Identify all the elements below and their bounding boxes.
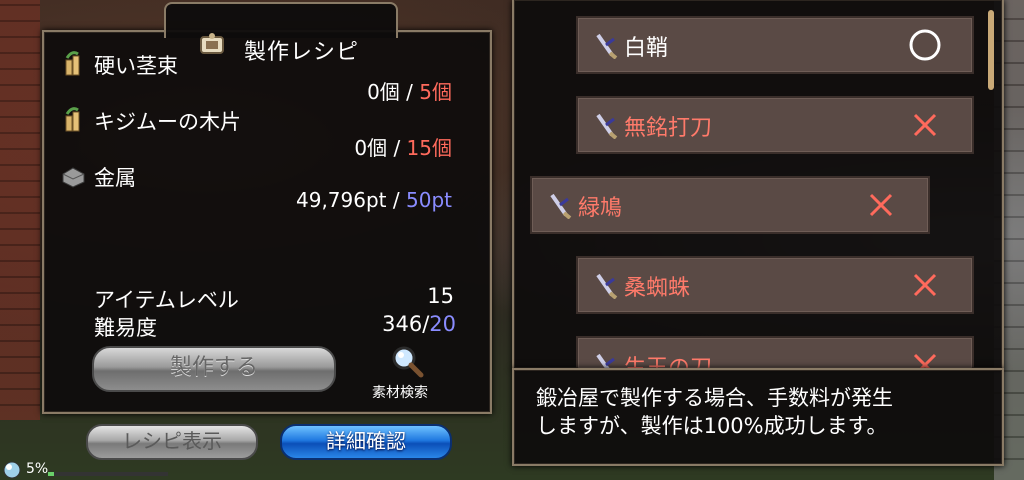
magnifier-icon[interactable]: [390, 344, 424, 378]
detail-confirm-button[interactable]: 詳細確認: [280, 424, 452, 460]
bamboo-icon: [65, 107, 80, 132]
recipe-row-selected[interactable]: 緑鳩: [530, 176, 930, 234]
sword-icon: [596, 113, 618, 139]
status-percent: 5%: [26, 461, 49, 477]
status-bar: [48, 472, 168, 476]
material-count: 0個 / 5個: [367, 80, 452, 104]
recipe-name: 白鞘: [624, 36, 669, 61]
recipe-row[interactable]: 桑蜘蛛: [576, 256, 974, 314]
cross-icon: [913, 273, 937, 297]
list-scrollbar[interactable]: [988, 10, 994, 90]
recipe-name: 緑鳩: [578, 196, 623, 221]
background-brick-wall: [0, 0, 40, 420]
material-name: 金属: [94, 166, 136, 190]
cross-icon: [913, 353, 937, 368]
difficulty-label: 難易度: [94, 316, 157, 340]
info-text: 鍛冶屋で製作する場合、手数料が発生 しますが、製作は100%成功します。: [536, 386, 893, 438]
material-count: 49,796pt / 50pt: [296, 188, 452, 212]
material-count: 0個 / 15個: [354, 136, 452, 160]
panel-title: 製作レシピ: [244, 40, 360, 65]
material-search-label[interactable]: 素材検索: [372, 382, 428, 402]
material-name: 硬い茎束: [94, 54, 178, 78]
sword-icon: [596, 273, 618, 299]
recipe-name: 無銘打刀: [624, 116, 713, 141]
recipe-row[interactable]: 無銘打刀: [576, 96, 974, 154]
material-name: キジムーの木片: [94, 110, 241, 134]
info-box: 鍛冶屋で製作する場合、手数料が発生 しますが、製作は100%成功します。: [512, 368, 1004, 466]
recipe-row[interactable]: 白鞘: [576, 16, 974, 74]
difficulty-value: 346/20: [382, 312, 456, 336]
sword-icon: [596, 33, 618, 59]
cross-icon: [913, 113, 937, 137]
recipe-book-icon: [200, 33, 224, 54]
circle-icon: [909, 29, 941, 61]
recipe-row[interactable]: 生王の刀: [576, 336, 974, 370]
recipe-display-button[interactable]: レシピ表示: [86, 424, 258, 460]
recipe-name: 桑蜘蛛: [624, 276, 691, 301]
sword-icon: [550, 193, 572, 219]
craft-button[interactable]: 製作する: [92, 346, 336, 392]
item-level-label: アイテムレベル: [94, 288, 239, 312]
recipe-panel: 製作レシピ 硬い茎束 0個 / 5個 キジムーの木片 0個 / 15個 金属 4…: [42, 2, 492, 414]
recipe-name: 生王の刀: [624, 356, 713, 370]
status-orb-icon: [3, 461, 21, 479]
bamboo-icon: [65, 51, 80, 76]
item-level-value: 15: [427, 284, 454, 308]
cross-icon: [869, 193, 893, 217]
metal-ingot-icon: [62, 167, 85, 188]
